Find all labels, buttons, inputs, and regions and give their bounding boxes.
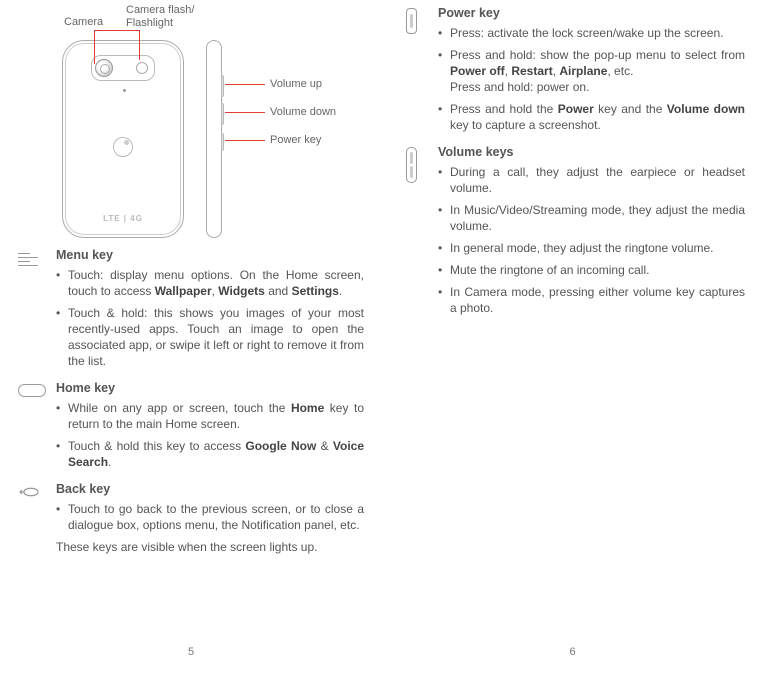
list-item: Press and hold the Power key and the Vol… (438, 101, 745, 133)
section-title: Back key (56, 482, 364, 496)
menu-key-list: Touch: display menu options. On the Home… (56, 267, 364, 369)
power-key-side-icon (400, 6, 438, 139)
list-item: Touch: display menu options. On the Home… (56, 267, 364, 299)
two-page-spread: Camera Camera flash/Flashlight LTE | 4G (0, 0, 763, 674)
callout-line (94, 30, 140, 31)
callout-line (225, 84, 265, 85)
volume-keys-side-icon (400, 145, 438, 322)
callout-line (225, 112, 265, 113)
section-volume-keys: Volume keys During a call, they adjust t… (400, 145, 745, 322)
back-key-icon (18, 482, 56, 559)
list-item: In Camera mode, pressing either volume k… (438, 284, 745, 316)
section-menu-key: Menu key Touch: display menu options. On… (18, 248, 364, 375)
list-item: Touch to go back to the previous screen,… (56, 501, 364, 533)
list-item: Press and hold: show the pop-up menu to … (438, 47, 745, 95)
label-camera: Camera (64, 16, 103, 29)
page-number: 6 (382, 646, 763, 658)
back-key-note: These keys are visible when the screen l… (56, 539, 364, 555)
label-camera-flash: Camera flash/Flashlight (126, 4, 206, 30)
list-item: Mute the ringtone of an incoming call. (438, 262, 745, 278)
callout-line (94, 30, 95, 64)
volume-down-button-icon (221, 103, 224, 125)
phone-diagram: Camera Camera flash/Flashlight LTE | 4G (46, 8, 346, 248)
section-home-key: Home key While on any app or screen, tou… (18, 381, 364, 476)
label-volume-down: Volume down (270, 106, 336, 118)
home-key-list: While on any app or screen, touch the Ho… (56, 400, 364, 470)
home-key-icon (18, 381, 56, 476)
list-item: While on any app or screen, touch the Ho… (56, 400, 364, 432)
flash-icon (136, 62, 148, 74)
camera-lens-icon (95, 59, 113, 77)
back-key-list: Touch to go back to the previous screen,… (56, 501, 364, 533)
power-button-icon (221, 133, 224, 151)
camera-module (91, 55, 155, 81)
callout-line (139, 30, 140, 60)
brand-logo-icon (113, 137, 133, 157)
section-title: Menu key (56, 248, 364, 262)
label-volume-up: Volume up (270, 78, 322, 90)
list-item: In general mode, they adjust the rington… (438, 240, 745, 256)
mic-hole-icon (123, 89, 126, 92)
lte-label: LTE | 4G (63, 214, 183, 223)
section-back-key: Back key Touch to go back to the previou… (18, 482, 364, 559)
section-title: Home key (56, 381, 364, 395)
volume-up-button-icon (221, 75, 224, 97)
list-item: During a call, they adjust the earpiece … (438, 164, 745, 196)
list-item: Press: activate the lock screen/wake up … (438, 25, 745, 41)
section-title: Volume keys (438, 145, 745, 159)
section-title: Power key (438, 6, 745, 20)
phone-back-illustration: LTE | 4G (62, 40, 184, 238)
section-power-key: Power key Press: activate the lock scree… (400, 6, 745, 139)
list-item: In Music/Video/Streaming mode, they adju… (438, 202, 745, 234)
page-6: Power key Press: activate the lock scree… (382, 0, 763, 674)
page-number: 5 (0, 646, 382, 658)
menu-key-icon (18, 248, 56, 375)
power-key-list: Press: activate the lock screen/wake up … (438, 25, 745, 133)
phone-side-illustration (206, 40, 222, 238)
volume-keys-list: During a call, they adjust the earpiece … (438, 164, 745, 316)
page-5: Camera Camera flash/Flashlight LTE | 4G (0, 0, 382, 674)
list-item: Touch & hold this key to access Google N… (56, 438, 364, 470)
list-item: Touch & hold: this shows you images of y… (56, 305, 364, 369)
label-power-key: Power key (270, 134, 321, 146)
callout-line (225, 140, 265, 141)
